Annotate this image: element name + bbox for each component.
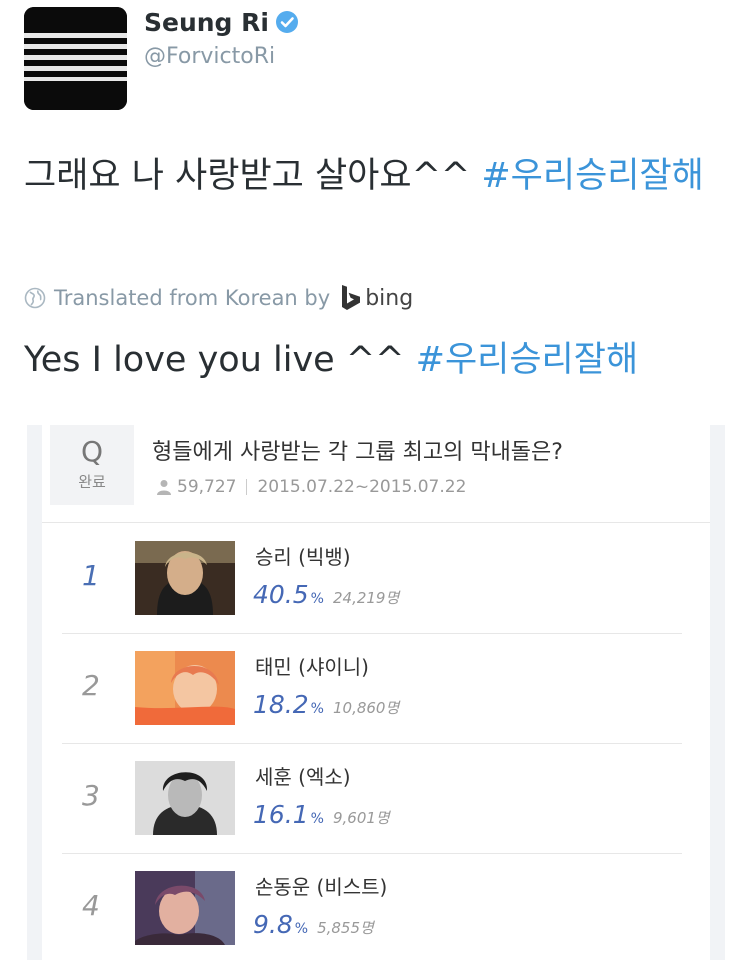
poll-period: 2015.07.22~2015.07.22 xyxy=(257,477,467,497)
result-photo-3 xyxy=(135,761,235,835)
result-votes: 5,855명 xyxy=(317,919,374,937)
poll-card: Q 완료 형들에게 사랑받는 각 그룹 최고의 막내돌은? 59,727 201… xyxy=(42,425,710,960)
globe-icon xyxy=(24,287,46,309)
poll-q-badge: Q 완료 xyxy=(50,425,134,505)
poll-header-divider xyxy=(42,522,710,523)
result-name: 손동운 (비스트) xyxy=(255,875,388,899)
attached-poll-image[interactable]: Q 완료 형들에게 사랑받는 각 그룹 최고의 막내돌은? 59,727 201… xyxy=(27,425,725,960)
translation-provider[interactable]: bing xyxy=(365,286,413,311)
result-stats: 18.2% 10,860명 xyxy=(253,690,399,719)
translated-hashtag-link[interactable]: #우리승리잘해 xyxy=(416,340,639,380)
row-divider xyxy=(62,853,682,854)
result-percent: 18.2 xyxy=(253,690,309,719)
poll-status: 완료 xyxy=(78,473,106,491)
poll-meta: 59,727 2015.07.22~2015.07.22 xyxy=(156,477,466,497)
result-photo-4 xyxy=(135,871,235,945)
bing-logo-icon xyxy=(342,285,361,310)
result-stats: 16.1% 9,601명 xyxy=(253,800,390,829)
percent-sign: % xyxy=(310,591,324,607)
tweet-hashtag-link[interactable]: #우리승리잘해 xyxy=(481,156,704,196)
person-icon xyxy=(157,480,171,495)
result-percent: 9.8 xyxy=(253,910,293,939)
tweet-body: 그래요 나 사랑받고 살아요^^ xyxy=(24,156,482,196)
translated-body: Yes I love you live ^^ xyxy=(24,340,416,380)
result-name: 태민 (샤이니) xyxy=(255,655,369,679)
result-photo-1 xyxy=(135,541,235,615)
result-name: 승리 (빅뱅) xyxy=(255,545,351,569)
result-votes: 10,860명 xyxy=(332,699,400,717)
result-percent: 40.5 xyxy=(253,580,309,609)
result-percent: 16.1 xyxy=(253,800,309,829)
translation-notice-text: Translated from Korean by xyxy=(54,286,331,310)
translation-notice: Translated from Korean by bing xyxy=(24,285,413,311)
rank-number: 4 xyxy=(82,889,100,922)
tweet-text: 그래요 나 사랑받고 살아요^^ #우리승리잘해 xyxy=(24,148,729,204)
result-votes: 24,219명 xyxy=(332,589,400,607)
poll-participants: 59,727 xyxy=(177,477,237,497)
display-name[interactable]: Seung Ri xyxy=(144,8,299,40)
avatar[interactable] xyxy=(24,7,127,110)
row-divider xyxy=(62,633,682,634)
result-name: 세훈 (엑소) xyxy=(255,765,351,789)
rank-number: 2 xyxy=(82,669,100,702)
percent-sign: % xyxy=(310,811,324,827)
translated-text: Yes I love you live ^^ #우리승리잘해 xyxy=(24,335,638,385)
verified-badge-icon xyxy=(275,10,299,40)
poll-q-letter: Q xyxy=(80,435,104,468)
avatar-logo-image xyxy=(24,7,127,110)
meta-divider xyxy=(246,479,248,495)
poll-question: 형들에게 사랑받는 각 그룹 최고의 막내돌은? xyxy=(152,440,563,465)
rank-number: 3 xyxy=(82,779,100,812)
result-votes: 9,601명 xyxy=(332,809,390,827)
result-photo-2 xyxy=(135,651,235,725)
percent-sign: % xyxy=(294,921,309,937)
poll-result-row: 4 손동운 (비스트) 9.8% 5,855명 xyxy=(42,871,682,960)
result-stats: 40.5% 24,219명 xyxy=(253,580,399,609)
result-stats: 9.8% 5,855명 xyxy=(253,910,374,939)
percent-sign: % xyxy=(310,701,324,717)
rank-number: 1 xyxy=(82,559,100,592)
row-divider xyxy=(62,743,682,744)
user-handle[interactable]: @ForvictoRi xyxy=(144,44,275,69)
